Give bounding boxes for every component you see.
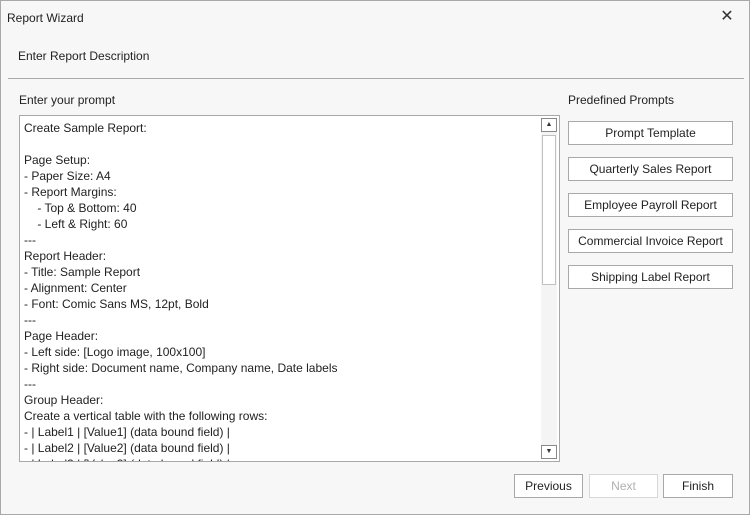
prompt-line: - Alignment: Center (24, 281, 127, 295)
prompt-line: Report Header: (24, 249, 107, 263)
prompt-line: - Left & Right: 60 (24, 217, 128, 231)
previous-button[interactable]: Previous (514, 474, 583, 498)
predefined-prompts-label: Predefined Prompts (568, 93, 675, 107)
prompt-line: - Right side: Document name, Company nam… (24, 361, 338, 375)
scrollbar[interactable]: ▲ ▼ (541, 118, 557, 459)
prompt-line: - | Label2 | [Value2] (data bound field)… (24, 441, 230, 455)
prompt-line: - | Label3 | [Value3] (data bound field)… (24, 456, 539, 461)
prompt-line: --- (24, 377, 36, 391)
prompt-label: Enter your prompt (19, 93, 116, 107)
prompt-line: - Font: Comic Sans MS, 12pt, Bold (24, 297, 209, 311)
prompt-line: - Paper Size: A4 (24, 169, 111, 183)
report-wizard-window: Report Wizard ✕ Enter Report Description… (0, 0, 750, 515)
prompt-line: - Left side: [Logo image, 100x100] (24, 345, 206, 359)
scroll-down-icon[interactable]: ▼ (541, 445, 557, 459)
prompt-textarea[interactable]: Create Sample Report: Page Setup: - Paper … (19, 115, 560, 462)
shipping-label-report-button[interactable]: Shipping Label Report (568, 265, 733, 289)
prompt-line: - | Label1 | [Value1] (data bound field)… (24, 425, 230, 439)
finish-button[interactable]: Finish (663, 474, 733, 498)
prompt-line: --- (24, 233, 36, 247)
prompt-text[interactable]: Create Sample Report: Page Setup: - Paper … (24, 120, 539, 461)
prompt-line: Group Header: (24, 393, 104, 407)
next-button[interactable]: Next (589, 474, 658, 498)
prompt-line: Create Sample Report: (24, 121, 147, 135)
prompt-line: Page Setup: (24, 153, 91, 167)
divider (8, 78, 744, 79)
prompt-line: - Title: Sample Report (24, 265, 141, 279)
prompt-template-button[interactable]: Prompt Template (568, 121, 733, 145)
prompt-line: - Report Margins: (24, 185, 117, 199)
prompt-line: Page Header: (24, 329, 99, 343)
prompt-line (24, 136, 539, 152)
prompt-line: Create a vertical table with the followi… (24, 409, 268, 423)
employee-payroll-report-button[interactable]: Employee Payroll Report (568, 193, 733, 217)
scroll-up-icon[interactable]: ▲ (541, 118, 557, 132)
prompt-line: --- (24, 313, 36, 327)
prompt-line: - Top & Bottom: 40 (24, 201, 137, 215)
quarterly-sales-report-button[interactable]: Quarterly Sales Report (568, 157, 733, 181)
scrollbar-thumb[interactable] (542, 135, 556, 285)
commercial-invoice-report-button[interactable]: Commercial Invoice Report (568, 229, 733, 253)
page-subtitle: Enter Report Description (18, 49, 150, 63)
close-icon[interactable]: ✕ (717, 7, 737, 27)
window-title: Report Wizard (7, 11, 84, 25)
